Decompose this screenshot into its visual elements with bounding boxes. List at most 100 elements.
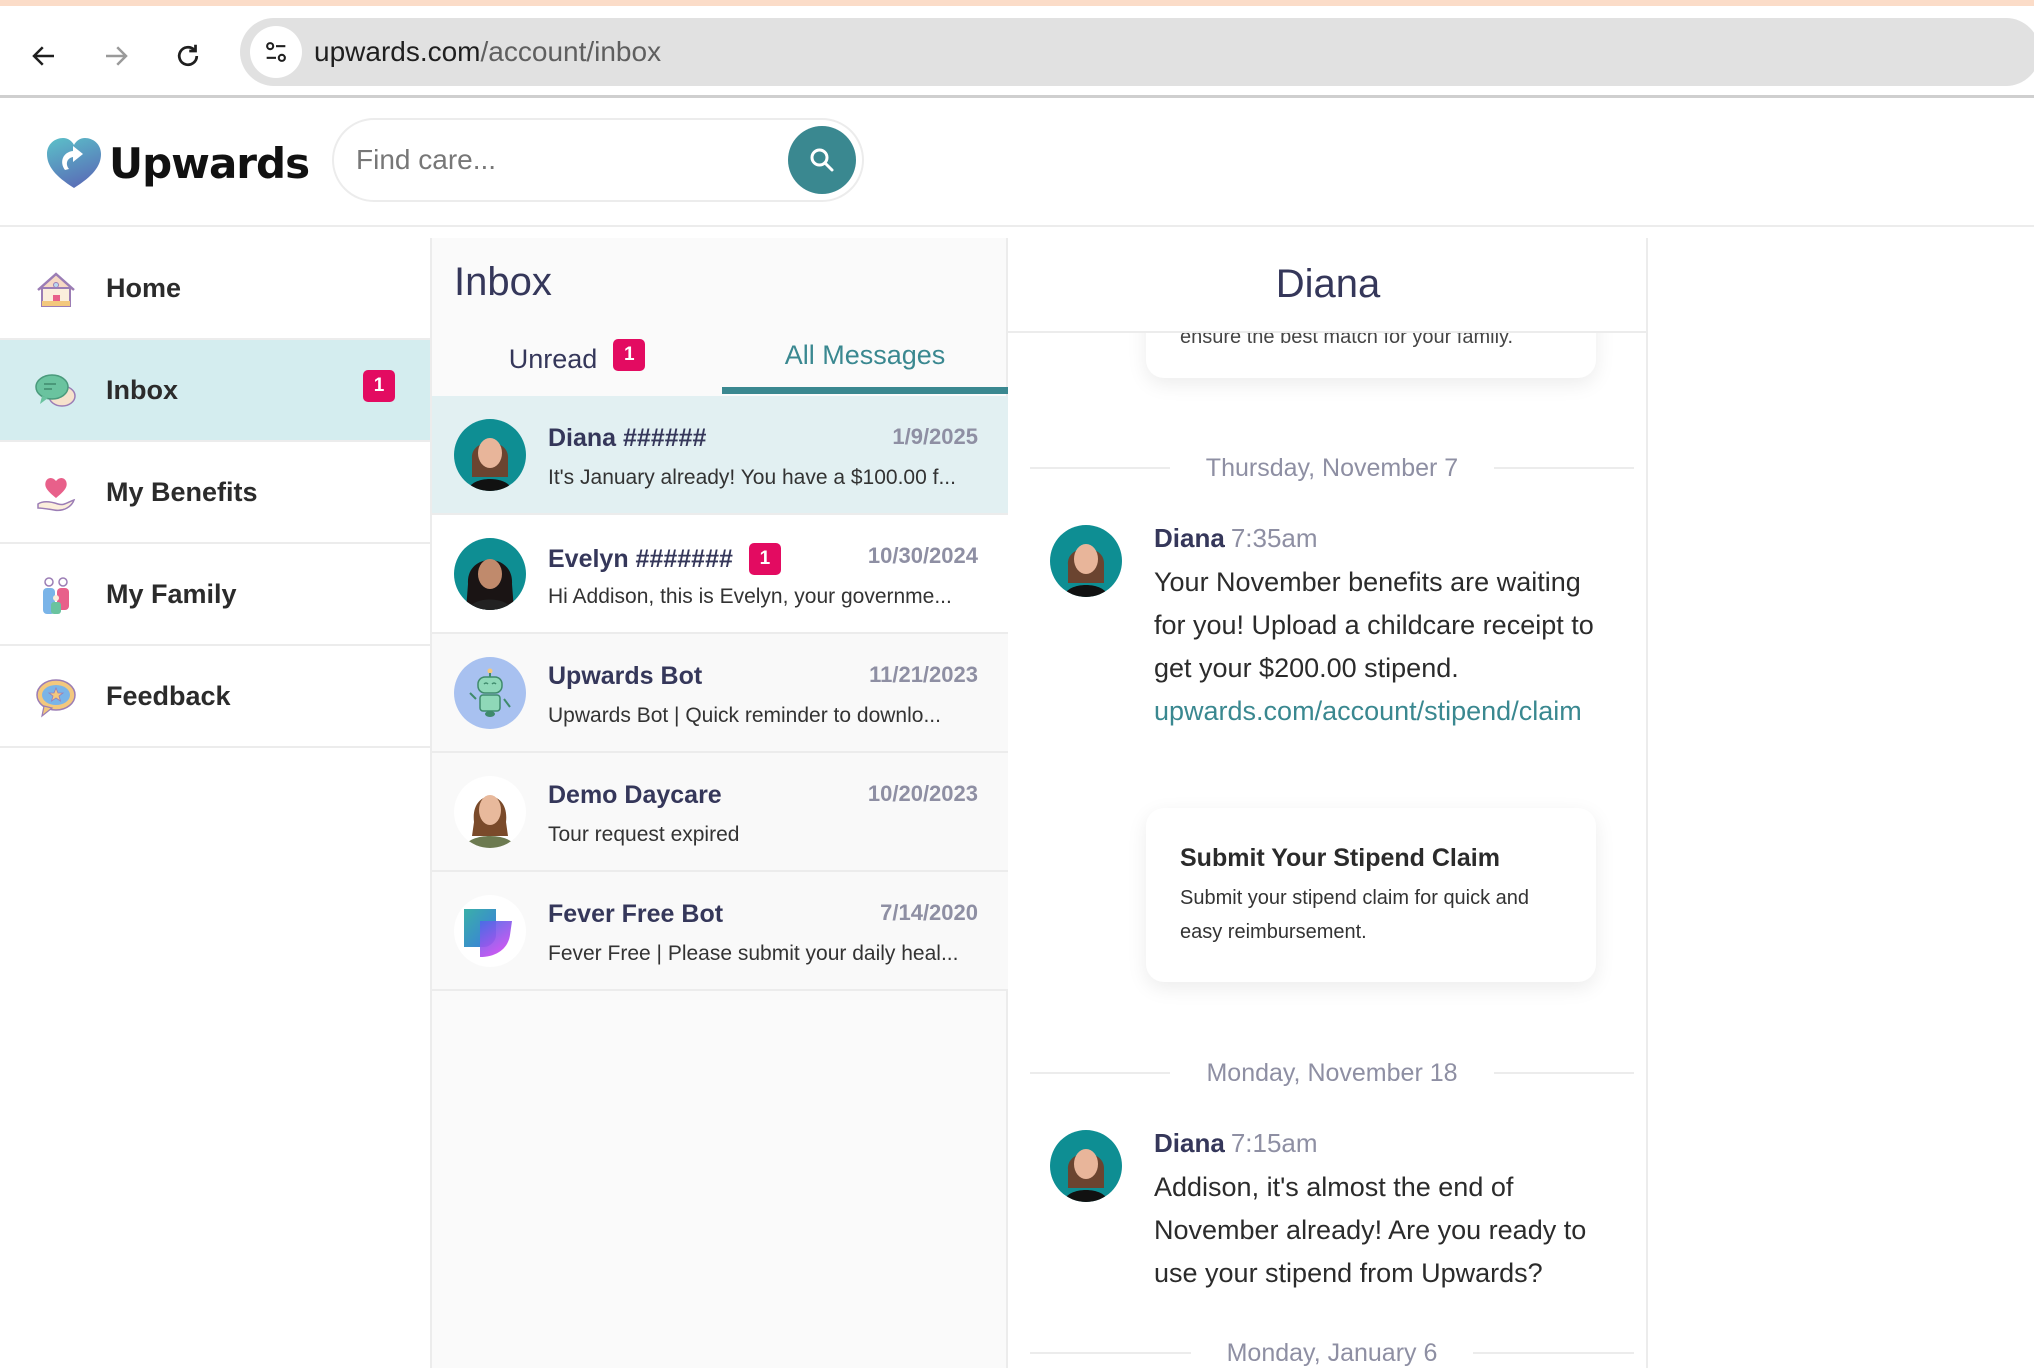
upwards-logo-icon (47, 138, 101, 188)
url-domain: upwards.com (314, 36, 481, 67)
url-path: /account/inbox (480, 36, 662, 67)
message-time: 7:35am (1230, 523, 1318, 553)
search-button[interactable] (788, 126, 856, 194)
back-button[interactable] (24, 36, 64, 76)
message-body: Addison, it's almost the end of November… (1154, 1166, 1614, 1295)
fever-free-logo-icon (454, 895, 526, 967)
unread-tab-badge: 1 (613, 339, 646, 371)
url-text[interactable]: upwards.com/account/inbox (314, 18, 661, 86)
unread-badge: 1 (748, 543, 781, 575)
avatar (454, 776, 526, 848)
avatar (454, 657, 526, 729)
brand-name: Upwards (109, 138, 310, 188)
date-separator: Thursday, November 7 (1030, 453, 1635, 483)
message-text: Your November benefits are waiting for y… (1154, 567, 1594, 683)
inbox-panel: Inbox Unread 1 All Messages Diana ######… (432, 238, 1008, 1368)
conversation-item[interactable]: Upwards Bot 11/21/2023 Upwards Bot | Qui… (432, 634, 1008, 753)
sidebar-item-home[interactable]: Home (0, 238, 430, 340)
conversation-name: Demo Daycare (548, 781, 722, 810)
conversation-date: 1/9/2025 (892, 424, 978, 449)
message-time: 7:15am (1230, 1128, 1318, 1158)
sidebar-item-label: Feedback (106, 680, 231, 711)
tab-label: All Messages (784, 340, 946, 370)
date-separator: Monday, November 18 (1030, 1058, 1634, 1088)
app-header: Upwards (0, 101, 2034, 227)
site-settings-button[interactable] (250, 26, 302, 78)
stipend-claim-link[interactable]: upwards.com/account/stipend/claim (1154, 696, 1582, 726)
message-header: Diana 7:35am (1154, 523, 1318, 554)
conversation-name-text: Diana ###### (548, 424, 707, 452)
find-care-search (332, 118, 864, 202)
tab-label: Unread (508, 343, 598, 374)
chat-title: Diana (1008, 238, 1646, 333)
conversation-date: 10/20/2023 (867, 781, 978, 806)
conversation-name: Evelyn ####### 1 (548, 543, 781, 575)
conversation-item[interactable]: Fever Free Bot 7/14/2020 Fever Free | Pl… (432, 872, 1008, 991)
conversation-preview: Hi Addison, this is Evelyn, your governm… (548, 585, 952, 608)
star-speech-icon (36, 679, 76, 718)
family-icon (43, 577, 69, 614)
date-label: Thursday, November 7 (1205, 453, 1459, 482)
upwards-logo[interactable]: Upwards (45, 131, 310, 195)
chat-message: Diana 7:15am Addison, it's almost the end… (1050, 1128, 1630, 1328)
sidebar-item-feedback[interactable]: Feedback (0, 646, 430, 748)
date-label: Monday, January 6 (1226, 1338, 1438, 1367)
conversation-item[interactable]: Diana ###### 1/9/2025 It's January alrea… (432, 396, 1008, 515)
conversation-name: Fever Free Bot (548, 900, 723, 929)
avatar (454, 895, 526, 967)
separator-line (1494, 467, 1635, 469)
sidebar-item-label: My Benefits (106, 476, 258, 507)
conversation-name-text: Evelyn ####### (548, 544, 733, 573)
conversation-list: Diana ###### 1/9/2025 It's January alrea… (432, 396, 1008, 991)
separator-line (1030, 1072, 1171, 1074)
chat-panel: Diana ensure the best match for your fam… (1008, 238, 1648, 1368)
arrow-right-icon (106, 46, 128, 66)
conversation-date: 11/21/2023 (869, 662, 978, 687)
conversation-preview: Fever Free | Please submit your daily he… (548, 942, 959, 965)
conversation-name: Upwards Bot (548, 662, 702, 691)
inbox-tabs: Unread 1 All Messages (432, 324, 1008, 394)
chat-message: Diana 7:35am Your November benefits are w… (1050, 523, 1630, 783)
forward-button[interactable] (96, 36, 136, 76)
message-header: Diana 7:15am (1154, 1128, 1318, 1159)
message-body: Your November benefits are waiting for y… (1154, 561, 1614, 733)
date-label: Monday, November 18 (1206, 1058, 1458, 1087)
sidebar-item-my-benefits[interactable]: My Benefits (0, 442, 430, 544)
conversation-name-text: Demo Daycare (548, 781, 722, 809)
avatar (1050, 525, 1122, 597)
sidebar-item-inbox[interactable]: Inbox 1 (0, 340, 430, 442)
card-title: Submit Your Stipend Claim (1180, 844, 1500, 872)
conversation-preview: Tour request expired (548, 823, 740, 846)
separator-line (1473, 1352, 1634, 1354)
conversation-item[interactable]: Evelyn ####### 1 10/30/2024 Hi Addison, t… (432, 515, 1008, 634)
heart-hand-icon (37, 478, 76, 512)
conversation-preview: It's January already! You have a $100.00… (548, 466, 956, 489)
stipend-claim-card[interactable]: Submit Your Stipend Claim Submit your st… (1146, 808, 1596, 982)
avatar (454, 538, 526, 610)
reload-icon (177, 44, 199, 67)
avatar (454, 419, 526, 491)
date-separator: Monday, January 6 (1030, 1338, 1634, 1368)
search-input[interactable] (356, 134, 756, 186)
inbox-title: Inbox (454, 260, 552, 304)
chat-bubbles-icon (35, 374, 76, 407)
card-description: Submit your stipend claim for quick and … (1180, 887, 1530, 943)
tab-all-messages[interactable]: All Messages (722, 324, 1008, 394)
sidebar-nav: Home Inbox 1 My Benefits My Family Feedb… (0, 238, 432, 1368)
unread-count-badge: 1 (363, 370, 395, 402)
sidebar-item-label: Inbox (106, 374, 178, 405)
tune-icon (266, 42, 286, 62)
house-icon (37, 272, 75, 307)
address-bar[interactable]: upwards.com/account/inbox (240, 18, 2034, 86)
sidebar-item-my-family[interactable]: My Family (0, 544, 430, 646)
robot-icon (454, 657, 526, 729)
sidebar-item-label: My Family (106, 578, 237, 609)
sidebar-item-label: Home (106, 272, 182, 303)
conversation-item[interactable]: Demo Daycare 10/20/2023 Tour request exp… (432, 753, 1008, 872)
conversation-preview: Upwards Bot | Quick reminder to downlo..… (548, 704, 941, 727)
message-author: Diana (1154, 1128, 1225, 1158)
browser-toolbar: upwards.com/account/inbox (0, 6, 2034, 98)
reload-button[interactable] (168, 36, 208, 76)
separator-line (1030, 467, 1170, 469)
tab-unread[interactable]: Unread 1 (432, 324, 722, 394)
